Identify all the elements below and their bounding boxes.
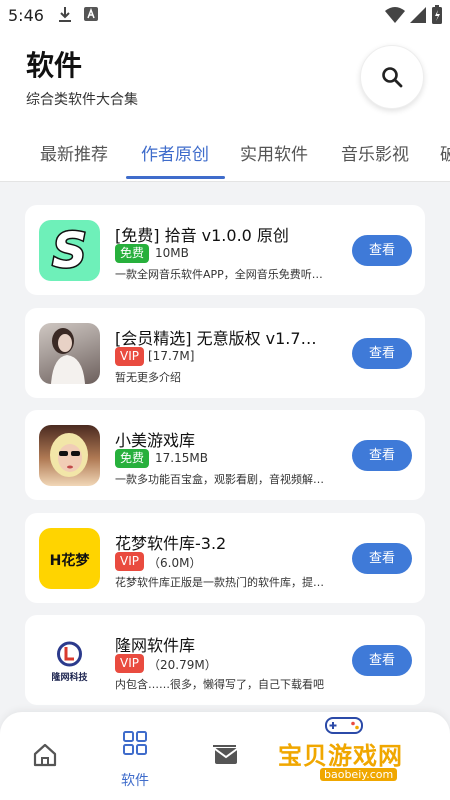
- svg-text:隆网科技: 隆网科技: [51, 671, 88, 683]
- download-icon: [59, 7, 71, 22]
- app-size: 10MB: [155, 246, 189, 260]
- app-description: 一款全网音乐软件APP，全网音乐免费听…: [115, 268, 323, 281]
- mail-icon: [213, 745, 238, 764]
- svg-text:S: S: [52, 223, 87, 279]
- app-card[interactable]: H花梦 花梦软件库-3.2 VIP （6.0M） 花梦软件库正版是一款热门的软件…: [25, 513, 425, 603]
- tab-music-video[interactable]: 音乐影视: [341, 140, 409, 165]
- vip-badge: VIP: [115, 552, 144, 571]
- tab-indicator: [126, 176, 225, 179]
- app-name: 花梦软件库-3.2: [115, 534, 227, 553]
- view-button[interactable]: 查看: [352, 440, 412, 471]
- watermark: 宝贝游戏网 baobeiy.com: [270, 712, 450, 800]
- svg-text:H花梦: H花梦: [50, 552, 91, 569]
- view-button[interactable]: 查看: [352, 543, 412, 574]
- tab-original[interactable]: 作者原创: [141, 140, 209, 165]
- tab-latest[interactable]: 最新推荐: [40, 140, 108, 165]
- divider: [0, 181, 450, 182]
- app-name: [免费] 拾音 v1.0.0 原创: [115, 226, 289, 245]
- app-size: （6.0M）: [148, 556, 202, 570]
- battery-icon: [432, 5, 442, 24]
- status-time: 5:46: [8, 6, 44, 25]
- status-bar: 5:46: [0, 0, 450, 32]
- app-card[interactable]: 隆网科技 隆网软件库 VIP （20.79M） 内包含……很多，懒得写了，自己下…: [25, 615, 425, 705]
- app-card[interactable]: 小美游戏库 免费 17.15MB 一款多功能百宝盒，观影看剧，音视频解… 查看: [25, 410, 425, 500]
- app-size: 17.15MB: [155, 451, 208, 465]
- tab-bar: 最新推荐 作者原创 实用软件 音乐影视 破: [0, 126, 450, 182]
- search-icon: [382, 67, 403, 88]
- watermark-url: baobeiy.com: [320, 768, 398, 781]
- app-name: 小美游戏库: [115, 431, 196, 450]
- free-badge: 免费: [115, 449, 150, 468]
- app-description: 暂无更多介绍: [115, 371, 181, 384]
- free-badge: 免费: [115, 244, 150, 263]
- longwang-logo-icon: 隆网科技: [39, 630, 100, 691]
- app-description: 花梦软件库正版是一款热门的软件库，提…: [115, 576, 324, 589]
- nav-home[interactable]: [0, 712, 90, 800]
- page-title: 软件: [26, 49, 83, 82]
- app-description: 内包含……很多，懒得写了，自己下载看吧: [115, 678, 324, 691]
- font-icon: [84, 7, 98, 21]
- vip-badge: VIP: [115, 347, 144, 366]
- home-icon: [33, 743, 57, 767]
- gamepad-icon: [325, 717, 363, 734]
- app-size: （20.79M）: [148, 658, 217, 672]
- nav-label: 软件: [121, 773, 149, 789]
- app-name: [会员精选] 无意版权 v1.7…: [115, 329, 317, 348]
- vip-badge: VIP: [115, 654, 144, 673]
- app-card[interactable]: [会员精选] 无意版权 v1.7… VIP [17.7M] 暂无更多介绍 查看: [25, 308, 425, 398]
- search-button[interactable]: [360, 45, 424, 109]
- app-description: 一款多功能百宝盒，观影看剧，音视频解…: [115, 473, 324, 486]
- app-name: 隆网软件库: [115, 636, 196, 655]
- grid-icon: [123, 731, 147, 755]
- view-button[interactable]: 查看: [352, 338, 412, 369]
- view-button[interactable]: 查看: [352, 645, 412, 676]
- huameng-logo-icon: H花梦: [39, 528, 100, 589]
- letter-s-icon: S: [39, 220, 100, 281]
- watermark-text: 宝贝游戏网: [278, 742, 403, 770]
- nav-messages[interactable]: [180, 712, 270, 800]
- page-subtitle: 综合类软件大合集: [26, 92, 138, 108]
- signal-icon: [410, 7, 426, 23]
- tab-more[interactable]: 破: [440, 140, 450, 165]
- view-button[interactable]: 查看: [352, 235, 412, 266]
- wifi-icon: [385, 7, 405, 23]
- app-card[interactable]: S [免费] 拾音 v1.0.0 原创 免费 10MB 一款全网音乐软件APP，…: [25, 205, 425, 295]
- photo-icon: [39, 323, 100, 384]
- tab-utility[interactable]: 实用软件: [240, 140, 308, 165]
- nav-software[interactable]: 软件: [90, 712, 180, 800]
- photo-icon: [39, 425, 100, 486]
- app-size: [17.7M]: [148, 349, 195, 363]
